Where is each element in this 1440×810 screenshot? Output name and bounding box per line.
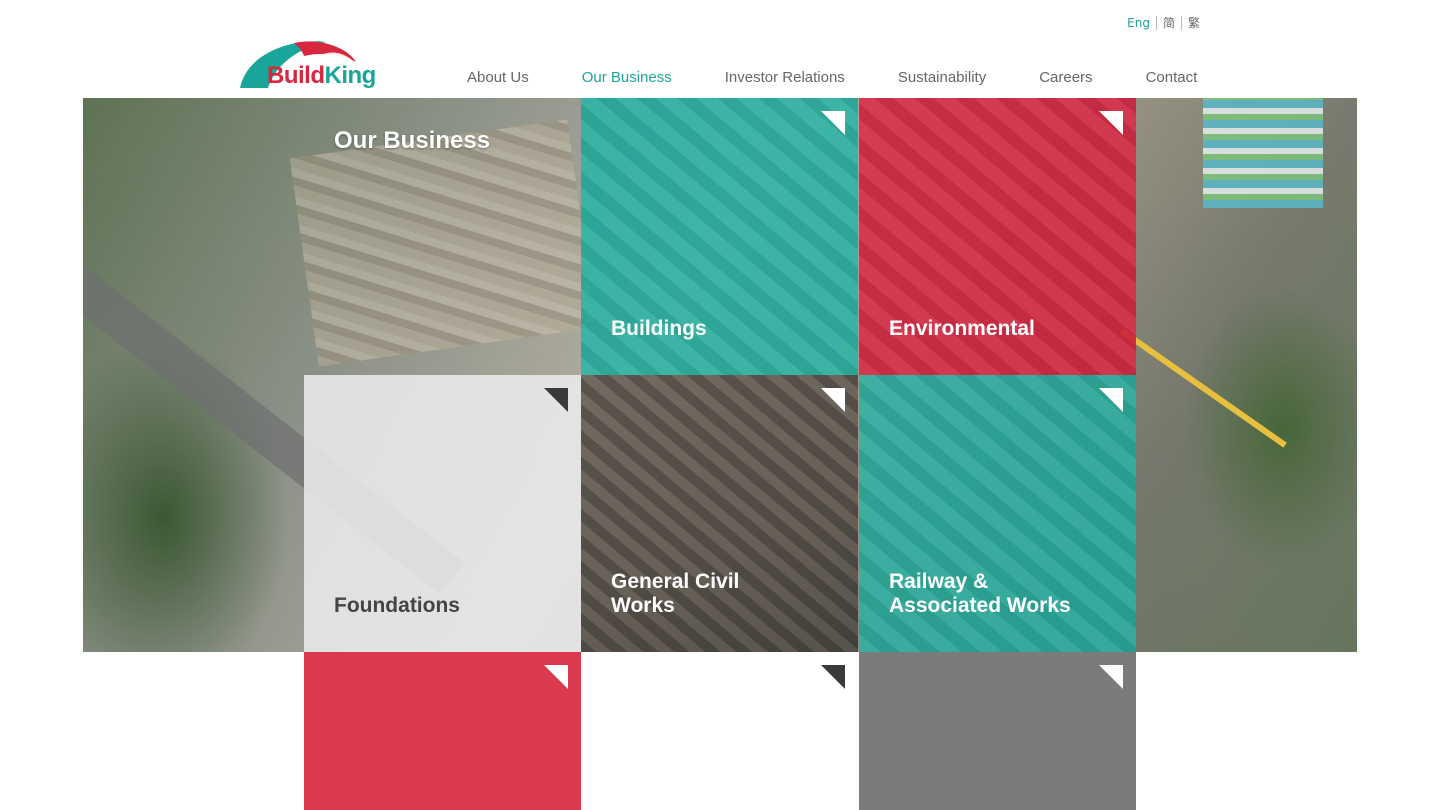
nav-contact[interactable]: Contact [1146, 69, 1198, 86]
logo-text-build: Build [267, 62, 325, 89]
divider [1155, 15, 1157, 30]
tile-label: Environmental [889, 317, 1035, 340]
nav-investor-relations[interactable]: Investor Relations [725, 69, 845, 86]
tile-label: Buildings [611, 317, 707, 340]
corner-arrow-icon [1099, 388, 1123, 412]
tile-foundations[interactable]: Foundations [304, 375, 581, 652]
divider [1180, 15, 1182, 30]
tile-label: General Civil Works [611, 570, 740, 617]
lang-english-link[interactable]: Eng [1127, 16, 1150, 30]
logo-text-king: King [324, 62, 377, 89]
photo-building [1203, 98, 1323, 208]
tile-bottom-white[interactable] [581, 652, 858, 810]
tile-bottom-grey[interactable] [859, 652, 1136, 810]
main-navigation: About Us Our Business Investor Relations… [467, 69, 1197, 86]
corner-arrow-icon [544, 665, 568, 689]
page-title: Our Business [334, 127, 491, 154]
logo-wordmark: BuildKing [267, 62, 376, 90]
corner-arrow-icon [821, 111, 845, 135]
corner-arrow-icon [1099, 111, 1123, 135]
nav-sustainability[interactable]: Sustainability [898, 69, 986, 86]
lang-simplified-chinese-link[interactable]: 简 [1163, 14, 1175, 31]
photo-construction-site [289, 119, 597, 367]
corner-arrow-icon [821, 665, 845, 689]
nav-our-business[interactable]: Our Business [582, 69, 672, 86]
lang-traditional-chinese-link[interactable]: 繁 [1188, 14, 1200, 31]
corner-arrow-icon [821, 388, 845, 412]
tile-general-civil-works[interactable]: General Civil Works [581, 375, 858, 652]
corner-arrow-icon [544, 388, 568, 412]
nav-about-us[interactable]: About Us [467, 69, 529, 86]
tile-railway-associated-works[interactable]: Railway & Associated Works [859, 375, 1136, 652]
build-king-logo[interactable]: BuildKing [238, 40, 388, 94]
photo-crane [1119, 328, 1287, 448]
tile-label: Foundations [334, 594, 460, 617]
nav-careers[interactable]: Careers [1039, 69, 1092, 86]
tile-bottom-red[interactable] [304, 652, 581, 810]
tile-environmental[interactable]: Environmental [859, 98, 1136, 375]
tile-label: Railway & Associated Works [889, 570, 1071, 617]
language-switch: Eng 简 繁 [1127, 14, 1200, 31]
corner-arrow-icon [1099, 665, 1123, 689]
tile-buildings[interactable]: Buildings [581, 98, 858, 375]
